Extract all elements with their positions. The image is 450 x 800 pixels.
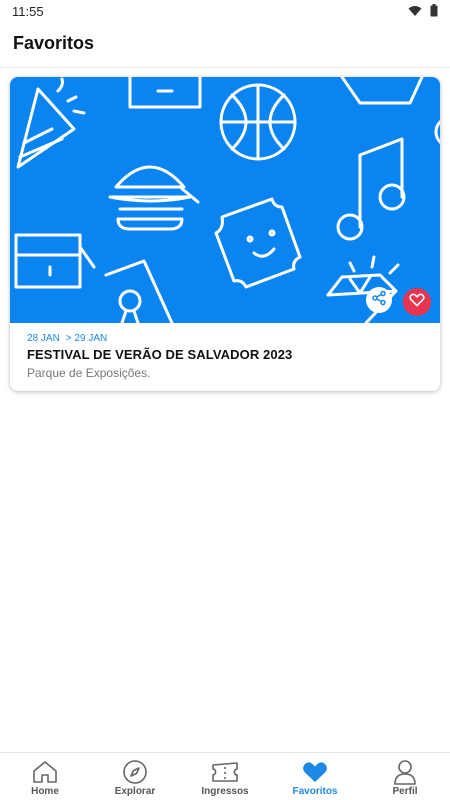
nav-label-ingressos: Ingressos [201,786,249,797]
user-icon [391,759,419,785]
nav-item-explorar[interactable]: Explorar [90,753,180,800]
favorite-button[interactable] [403,288,431,316]
share-button[interactable] [366,287,392,313]
nav-item-home[interactable]: Home [0,753,90,800]
nav-label-home: Home [31,786,59,797]
ticket-icon [211,759,239,785]
bottom-navigation: Home Explorar Ingressos Favoritos Perfil [0,752,450,800]
wifi-icon [408,4,422,22]
nav-label-perfil: Perfil [392,786,418,797]
event-date-end: > 29 JAN [65,333,108,344]
event-date-start: 28 JAN [27,333,60,344]
battery-icon [430,4,438,22]
nav-item-ingressos[interactable]: Ingressos [180,753,270,800]
event-dates: 28 JAN > 29 JAN [27,333,107,344]
nav-label-explorar: Explorar [114,786,156,797]
share-icon [371,290,387,311]
heart-icon [301,759,329,785]
header-divider [0,67,450,68]
nav-label-favoritos: Favoritos [292,786,338,797]
compass-icon [121,759,149,785]
page-title: Favoritos [13,33,95,53]
app-header: Favoritos [0,24,450,68]
event-card[interactable]: 28 JAN > 29 JAN FESTIVAL DE VERÃO DE SAL… [10,77,440,391]
nav-item-perfil[interactable]: Perfil [360,753,450,800]
status-time: 11:55 [12,4,44,19]
event-banner-image[interactable] [10,77,440,323]
status-bar: 11:55 [0,0,450,24]
status-icons [408,4,438,22]
home-icon [31,759,59,785]
event-title: FESTIVAL DE VERÃO DE SALVADOR 2023 [27,347,293,362]
nav-item-favoritos[interactable]: Favoritos [270,753,360,800]
event-venue: Parque de Exposições. [27,366,151,380]
heart-outline-icon [409,293,425,312]
